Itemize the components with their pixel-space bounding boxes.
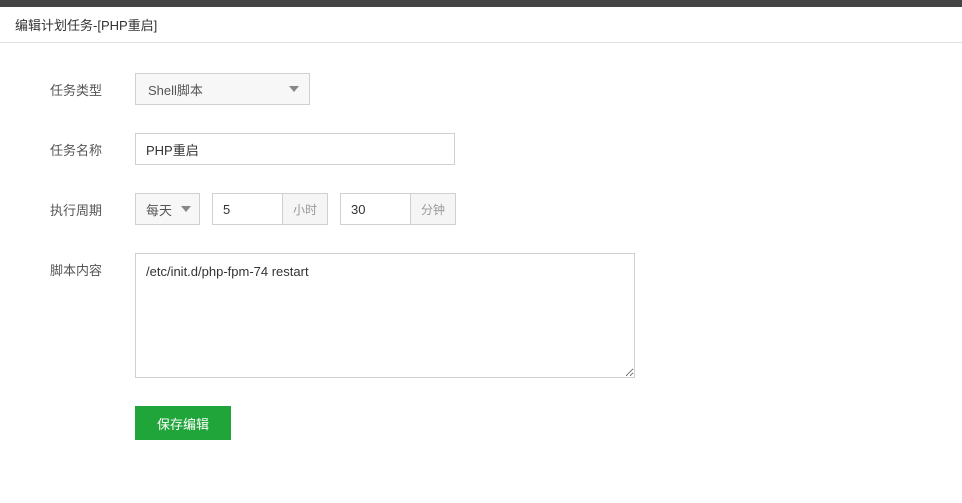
row-task-type: 任务类型 Shell脚本	[50, 73, 912, 105]
caret-down-icon	[181, 206, 191, 212]
row-script: 脚本内容	[50, 253, 912, 378]
label-task-name: 任务名称	[50, 133, 135, 159]
page-header: 编辑计划任务-[PHP重启]	[0, 7, 962, 43]
top-bar	[0, 0, 962, 7]
input-task-name[interactable]	[135, 133, 455, 165]
select-frequency[interactable]: 每天	[135, 193, 200, 225]
input-group-hour: 小时	[212, 193, 328, 225]
suffix-minute: 分钟	[410, 193, 456, 225]
form-container: 任务类型 Shell脚本 任务名称 执行周期 每天 小时	[0, 43, 962, 470]
row-cycle: 执行周期 每天 小时 分钟	[50, 193, 912, 225]
input-minute[interactable]	[340, 193, 410, 225]
select-task-type-value: Shell脚本	[148, 80, 203, 99]
input-group-minute: 分钟	[340, 193, 456, 225]
suffix-hour: 小时	[282, 193, 328, 225]
label-script: 脚本内容	[50, 253, 135, 279]
row-task-name: 任务名称	[50, 133, 912, 165]
input-hour[interactable]	[212, 193, 282, 225]
select-frequency-value: 每天	[146, 200, 172, 219]
select-task-type[interactable]: Shell脚本	[135, 73, 310, 105]
button-row: 保存编辑	[135, 406, 912, 440]
caret-down-icon	[289, 86, 299, 92]
label-cycle: 执行周期	[50, 193, 135, 219]
textarea-script[interactable]	[135, 253, 635, 378]
save-button[interactable]: 保存编辑	[135, 406, 231, 440]
page-title: 编辑计划任务-[PHP重启]	[15, 18, 157, 33]
label-task-type: 任务类型	[50, 73, 135, 99]
